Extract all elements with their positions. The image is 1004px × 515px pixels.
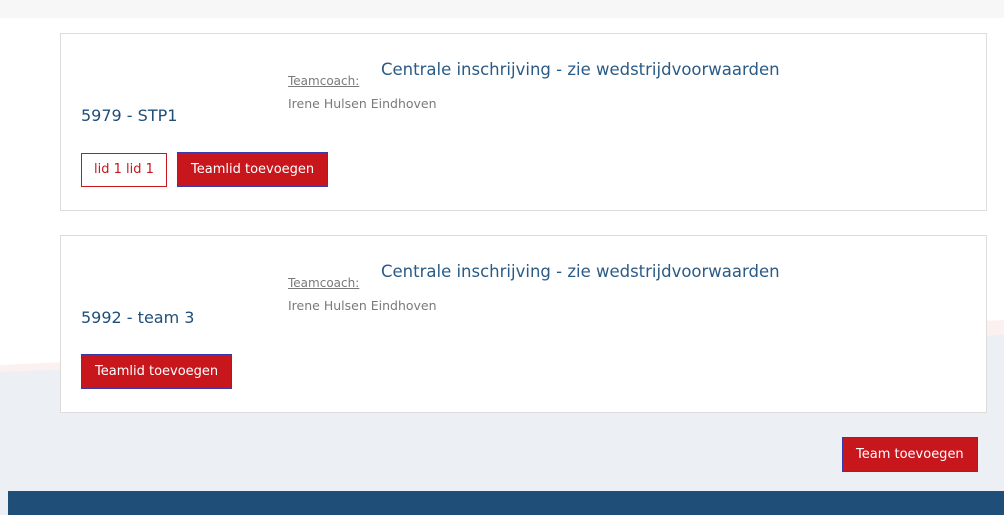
team-card: 5992 - team 3 Teamcoach: Centrale inschr… bbox=[60, 235, 987, 413]
coach-name: Irene Hulsen Eindhoven bbox=[288, 96, 437, 111]
add-team-member-button[interactable]: Teamlid toevoegen bbox=[81, 354, 233, 389]
team-name: 5979 - STP1 bbox=[81, 106, 178, 125]
teamcoach-label: Teamcoach: bbox=[288, 74, 360, 88]
footer-bar bbox=[8, 491, 1004, 515]
team-card: 5979 - STP1 Teamcoach: Centrale inschrij… bbox=[60, 33, 987, 211]
coach-name: Irene Hulsen Eindhoven bbox=[288, 298, 437, 313]
teamcoach-label: Teamcoach: bbox=[288, 276, 360, 290]
event-title: Centrale inschrijving - zie wedstrijdvoo… bbox=[381, 262, 780, 281]
team-member-chip[interactable]: lid 1 lid 1 bbox=[81, 153, 167, 187]
team-name: 5992 - team 3 bbox=[81, 308, 195, 327]
event-title: Centrale inschrijving - zie wedstrijdvoo… bbox=[381, 60, 780, 79]
add-team-button[interactable]: Team toevoegen bbox=[842, 437, 978, 472]
add-team-member-button[interactable]: Teamlid toevoegen bbox=[177, 152, 329, 187]
